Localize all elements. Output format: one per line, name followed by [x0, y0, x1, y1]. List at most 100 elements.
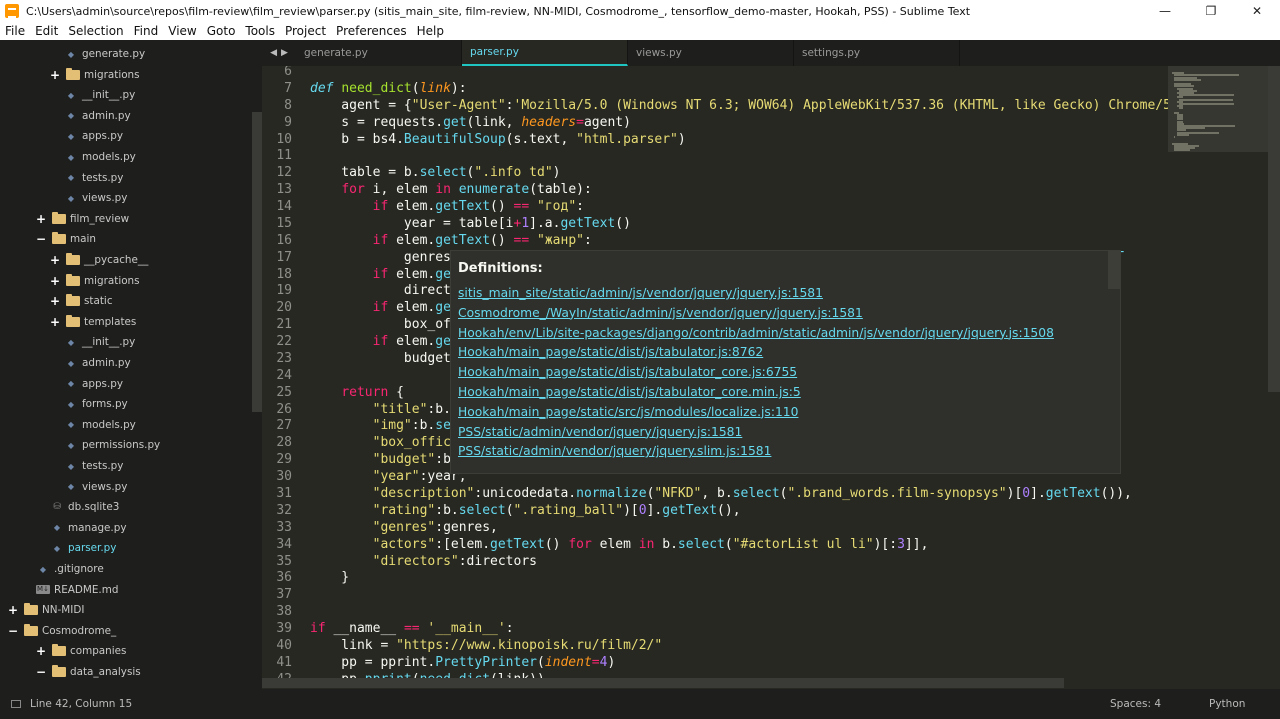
definition-link[interactable]: Hookah/main_page/static/dist/js/tabulato… — [458, 365, 797, 379]
sidebar-file[interactable]: ◆ __init__.py — [64, 332, 135, 352]
sidebar-file[interactable]: ◆ forms.py — [64, 394, 128, 414]
collapse-icon[interactable]: − — [8, 624, 18, 638]
definition-link[interactable]: Hookah/main_page/static/dist/js/tabulato… — [458, 345, 763, 359]
sidebar-file[interactable]: ◆ views.py — [64, 477, 127, 497]
code-line[interactable]: 7 def need_dict(link): — [262, 81, 1168, 98]
chevron-right-icon[interactable]: ▶ — [281, 48, 288, 58]
code-line[interactable]: 32 "rating":b.select(".rating_ball")[0].… — [262, 503, 1168, 520]
close-button[interactable]: ✕ — [1234, 0, 1280, 22]
sidebar-file[interactable]: ◆ tests.py — [64, 456, 124, 476]
sidebar-folder[interactable]: + NN-MIDI — [8, 600, 84, 620]
code-line[interactable]: 37 — [262, 587, 1168, 604]
menu-goto[interactable]: Goto — [202, 24, 241, 38]
tab-generate-py[interactable]: generate.py — [296, 40, 462, 66]
menu-edit[interactable]: Edit — [30, 24, 63, 38]
code-line[interactable]: 41 pp = pprint.PrettyPrinter(indent=4) — [262, 655, 1168, 672]
syntax-selector[interactable]: Python — [1209, 698, 1245, 710]
sidebar-folder[interactable]: + templates — [50, 312, 136, 332]
tab-settings-py[interactable]: settings.py — [794, 40, 960, 66]
menu-view[interactable]: View — [163, 24, 201, 38]
indentation-setting[interactable]: Spaces: 4 — [1110, 698, 1161, 710]
code-line[interactable]: 16 if elem.getText() == "жанр": — [262, 233, 1168, 250]
expand-icon[interactable]: + — [36, 212, 46, 226]
code-line[interactable]: 12 table = b.select(".info td") — [262, 165, 1168, 182]
chevron-left-icon[interactable]: ◀ — [270, 48, 277, 58]
sidebar-file[interactable]: ◆ manage.py — [50, 518, 127, 538]
definition-link[interactable]: PSS/static/admin/vendor/jquery/jquery.js… — [458, 425, 742, 439]
sidebar-file[interactable]: ⛁ db.sqlite3 — [50, 497, 119, 517]
sidebar-folder[interactable]: + companies — [36, 641, 126, 661]
expand-icon[interactable]: + — [36, 644, 46, 658]
code-line[interactable]: 38 — [262, 604, 1168, 621]
editor-vertical-scrollbar[interactable] — [1268, 66, 1280, 392]
code-line[interactable]: 34 "actors":[elem.getText() for elem in … — [262, 537, 1168, 554]
sidebar-scrollbar[interactable] — [252, 112, 262, 412]
code-line[interactable]: 40 link = "https://www.kinopoisk.ru/film… — [262, 638, 1168, 655]
minimize-button[interactable]: — — [1142, 0, 1188, 22]
tab-views-py[interactable]: views.py — [628, 40, 794, 66]
tab-parser-py[interactable]: parser.py — [462, 40, 628, 66]
code-line[interactable]: 31 "description":unicodedata.normalize("… — [262, 486, 1168, 503]
sidebar-folder[interactable]: + film_review — [36, 209, 129, 229]
definition-link[interactable]: Hookah/env/Lib/site-packages/django/cont… — [458, 326, 1054, 340]
menu-tools[interactable]: Tools — [240, 24, 280, 38]
menu-project[interactable]: Project — [280, 24, 331, 38]
sidebar-file[interactable]: M↓ README.md — [36, 580, 118, 600]
code-line[interactable]: 39 if __name__ == '__main__': — [262, 621, 1168, 638]
sidebar-file[interactable]: ◆ models.py — [64, 147, 136, 167]
sidebar-file[interactable]: ◆ permissions.py — [64, 435, 160, 455]
code-line[interactable]: 36 } — [262, 570, 1168, 587]
menu-find[interactable]: Find — [129, 24, 164, 38]
sidebar-file[interactable]: ◆ .gitignore — [36, 559, 104, 579]
panel-toggle-icon[interactable] — [11, 700, 21, 708]
cursor-position[interactable]: Line 42, Column 15 — [30, 698, 132, 710]
code-line[interactable]: 15 year = table[i+1].a.getText() — [262, 216, 1168, 233]
sidebar-file[interactable]: ◆ tests.py — [64, 168, 124, 188]
menu-help[interactable]: Help — [412, 24, 449, 38]
expand-icon[interactable]: + — [50, 68, 60, 82]
expand-icon[interactable]: + — [50, 294, 60, 308]
definition-link[interactable]: sitis_main_site/static/admin/js/vendor/j… — [458, 286, 823, 300]
sidebar-folder[interactable]: − data_analysis — [36, 662, 141, 682]
definitions-scrollbar[interactable] — [1108, 251, 1120, 289]
sidebar-file[interactable]: ◆ admin.py — [64, 106, 131, 126]
expand-icon[interactable]: + — [8, 603, 18, 617]
sidebar-file[interactable]: ◆ parser.py — [50, 538, 116, 558]
horizontal-scrollbar[interactable] — [262, 678, 1064, 688]
menu-preferences[interactable]: Preferences — [331, 24, 412, 38]
menu-selection[interactable]: Selection — [63, 24, 128, 38]
sidebar-file[interactable]: ◆ apps.py — [64, 126, 123, 146]
code-line[interactable]: 13 for i, elem in enumerate(table): — [262, 182, 1168, 199]
sidebar-file[interactable]: ◆ models.py — [64, 415, 136, 435]
sidebar-file[interactable]: ◆ __init__.py — [64, 85, 135, 105]
code-line[interactable]: 11 — [262, 148, 1168, 165]
expand-icon[interactable]: + — [50, 315, 60, 329]
code-line[interactable]: 6 — [262, 66, 1168, 81]
code-line[interactable]: 9 s = requests.get(link, headers=agent) — [262, 115, 1168, 132]
code-line[interactable]: 33 "genres":genres, — [262, 520, 1168, 537]
collapse-icon[interactable]: − — [36, 665, 46, 679]
code-line[interactable]: 8 agent = {"User-Agent":'Mozilla/5.0 (Wi… — [262, 98, 1168, 115]
sidebar-file[interactable]: ◆ apps.py — [64, 374, 123, 394]
sidebar-file[interactable]: ◆ views.py — [64, 188, 127, 208]
collapse-icon[interactable]: − — [36, 232, 46, 246]
sidebar-file[interactable]: ◆ generate.py — [64, 44, 145, 64]
definition-link[interactable]: PSS/static/admin/vendor/jquery/jquery.sl… — [458, 444, 771, 458]
sidebar-folder[interactable]: − Cosmodrome_ — [8, 621, 116, 641]
code-line[interactable]: 35 "directors":directors — [262, 554, 1168, 571]
definition-link[interactable]: Cosmodrome_/WayIn/static/admin/js/vendor… — [458, 306, 863, 320]
sidebar-folder[interactable]: + __pycache__ — [50, 250, 148, 270]
minimap[interactable] — [1168, 66, 1280, 689]
sidebar-folder[interactable]: − main — [36, 229, 96, 249]
definition-link[interactable]: Hookah/main_page/static/src/js/modules/l… — [458, 405, 798, 419]
tab-nav-arrows[interactable]: ◀ ▶ — [262, 40, 296, 66]
sidebar-file[interactable]: ◆ admin.py — [64, 353, 131, 373]
sidebar-folder[interactable]: + static — [50, 291, 113, 311]
expand-icon[interactable]: + — [50, 253, 60, 267]
sidebar-folder[interactable]: + migrations — [50, 271, 140, 291]
sidebar-folder[interactable]: + migrations — [50, 65, 140, 85]
code-line[interactable]: 10 b = bs4.BeautifulSoup(s.text, "html.p… — [262, 132, 1168, 149]
menu-file[interactable]: File — [0, 24, 30, 38]
definition-link[interactable]: Hookah/main_page/static/dist/js/tabulato… — [458, 385, 801, 399]
expand-icon[interactable]: + — [50, 274, 60, 288]
